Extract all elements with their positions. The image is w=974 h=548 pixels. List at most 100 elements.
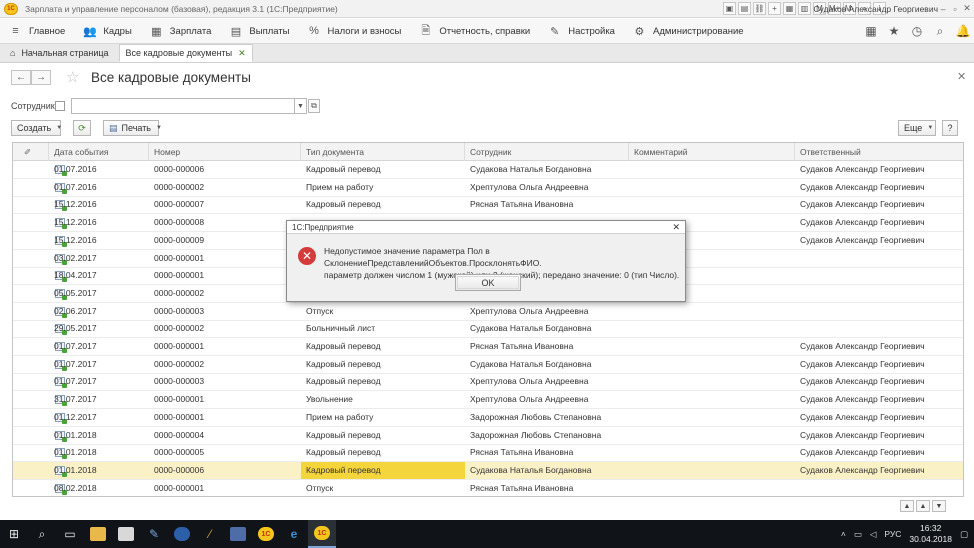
cell-number[interactable]: 0000-000006 — [149, 462, 301, 479]
calendar-icon[interactable]: ▦ — [783, 2, 796, 15]
menu-item-payments[interactable]: ▤ Выплаты — [220, 19, 298, 44]
cell-number[interactable]: 0000-000007 — [149, 196, 301, 213]
employee-dropdown-button[interactable]: ▼ — [295, 98, 307, 114]
save-icon[interactable]: ▣ — [723, 2, 736, 15]
close-form-icon[interactable]: ✕ — [957, 70, 966, 83]
cell-responsible[interactable]: Судаков Александр Георгиевич — [795, 179, 963, 196]
cell-number[interactable]: 0000-000006 — [149, 161, 301, 178]
network-tray-icon[interactable]: ▭ — [854, 529, 862, 540]
cell-date[interactable]: 15.12.2016 — [49, 214, 149, 231]
back-button[interactable]: ← — [11, 70, 31, 85]
cell-type[interactable]: Больничный лист — [301, 320, 465, 337]
close-icon[interactable]: ✕ — [672, 221, 680, 234]
table-row[interactable]: 01.07.2016 0000-000002 Прием на работу Хреп… — [13, 179, 963, 197]
cell-date[interactable]: 29.05.2017 — [49, 320, 149, 337]
cell-date[interactable]: 01.07.2017 — [49, 356, 149, 373]
cell-date[interactable]: 01.12.2017 — [49, 409, 149, 426]
cell-type[interactable]: Кадровый перевод — [301, 461, 465, 479]
cell-employee[interactable]: Рясная Татьяна Ивановна — [465, 196, 629, 213]
cell-employee[interactable]: Хрептулова Ольга Андреевна — [465, 391, 629, 408]
menu-item-admin[interactable]: ⚙ Администрирование — [624, 19, 753, 44]
column-header-employee[interactable]: Сотрудник — [465, 143, 629, 161]
cell-comment[interactable] — [629, 320, 795, 337]
cell-responsible[interactable] — [795, 480, 963, 496]
column-header-number[interactable]: Номер — [149, 143, 301, 161]
taskbar-app-paint[interactable]: ✎ — [140, 520, 168, 548]
cell-employee[interactable]: Судакова Наталья Богдановна — [465, 356, 629, 373]
cell-employee[interactable]: Рясная Татьяна Ивановна — [465, 444, 629, 461]
cell-number[interactable]: 0000-000002 — [149, 179, 301, 196]
cell-number[interactable]: 0000-000002 — [149, 356, 301, 373]
refresh-button[interactable]: ⟳ — [73, 120, 91, 136]
minimize-icon[interactable]: – — [938, 2, 948, 15]
cell-number[interactable]: 0000-000005 — [149, 444, 301, 461]
cell-responsible[interactable]: Судаков Александр Георгиевич — [795, 196, 963, 213]
cell-responsible[interactable]: Судаков Александр Георгиевич — [795, 391, 963, 408]
cell-employee[interactable]: Судакова Наталья Богдановна — [465, 320, 629, 337]
cell-responsible[interactable]: Судаков Александр Георгиевич — [795, 409, 963, 426]
cell-date[interactable]: 02.06.2017 — [49, 303, 149, 320]
cell-type[interactable]: Прием на работу — [301, 179, 465, 196]
table-row[interactable]: 08.02.2018 0000-000001 Отпуск Рясная Татьян… — [13, 480, 963, 496]
attachment-column-header[interactable]: ✐ — [13, 143, 49, 161]
cell-comment[interactable] — [629, 462, 795, 479]
notifications-icon[interactable]: 🔔 — [956, 22, 971, 40]
cell-number[interactable]: 0000-000003 — [149, 373, 301, 390]
cell-comment[interactable] — [629, 338, 795, 355]
favorite-star-icon[interactable]: ☆ — [66, 68, 79, 86]
cell-employee[interactable]: Рясная Татьяна Ивановна — [465, 338, 629, 355]
column-header-date[interactable]: Дата события — [49, 143, 149, 161]
employee-filter-input[interactable] — [71, 98, 295, 114]
table-row[interactable]: 01.01.2018 0000-000004 Кадровый перевод Зад… — [13, 427, 963, 445]
table-row[interactable]: 31.07.2017 0000-000001 Увольнение Хрептулов… — [13, 391, 963, 410]
cell-responsible[interactable]: Судаков Александр Георгиевич — [795, 427, 963, 444]
table-row[interactable]: 01.12.2017 0000-000001 Прием на работу Задо… — [13, 409, 963, 427]
table-row[interactable]: 01.07.2016 0000-000006 Кадровый перевод Суд… — [13, 161, 963, 179]
ok-button[interactable]: OK — [455, 274, 521, 291]
cell-comment[interactable] — [629, 196, 795, 213]
cell-type[interactable]: Кадровый перевод — [301, 338, 465, 355]
task-view-icon[interactable]: ▭ — [56, 520, 84, 548]
cell-type[interactable]: Отпуск — [301, 303, 465, 320]
calculator-icon[interactable]: ▥ — [798, 2, 811, 15]
column-header-comment[interactable]: Комментарий — [629, 143, 795, 161]
cell-employee[interactable]: Задорожная Любовь Степановна — [465, 427, 629, 444]
cell-number[interactable]: 0000-000002 — [149, 320, 301, 337]
cell-date[interactable]: 01.07.2016 — [49, 179, 149, 196]
taskbar-app-1c-config[interactable]: 1С — [252, 520, 280, 548]
cell-type[interactable]: Кадровый перевод — [301, 373, 465, 390]
cell-date[interactable]: 01.07.2017 — [49, 338, 149, 355]
cell-responsible[interactable] — [795, 320, 963, 337]
cell-responsible[interactable]: Судаков Александр Георгиевич — [795, 232, 963, 249]
cell-employee[interactable]: Хрептулова Ольга Андреевна — [465, 303, 629, 320]
cell-responsible[interactable]: Судаков Александр Георгиевич — [795, 338, 963, 355]
windows-start-icon[interactable]: ⊞ — [0, 520, 28, 548]
cell-responsible[interactable]: Судаков Александр Георгиевич — [795, 373, 963, 390]
taskbar-app-edge[interactable]: e — [280, 520, 308, 548]
cell-date[interactable]: 15.12.2016 — [49, 232, 149, 249]
cell-date[interactable]: 01.01.2018 — [49, 462, 149, 479]
cell-comment[interactable] — [629, 444, 795, 461]
cell-type[interactable]: Кадровый перевод — [301, 196, 465, 213]
table-row[interactable]: 01.07.2017 0000-000003 Кадровый перевод Хре… — [13, 373, 963, 392]
cell-date[interactable]: 01.07.2017 — [49, 373, 149, 390]
cell-date[interactable]: 01.01.2018 — [49, 427, 149, 444]
taskbar-app-1c-enterprise[interactable]: 1С — [308, 520, 336, 548]
create-button[interactable]: Создать ▼ — [11, 120, 62, 136]
cell-responsible[interactable] — [795, 285, 963, 302]
cell-date[interactable]: 05.05.2017 — [49, 285, 149, 302]
cell-comment[interactable] — [629, 391, 795, 408]
cell-number[interactable]: 0000-000001 — [149, 250, 301, 267]
scroll-down-icon[interactable]: ▼ — [932, 500, 946, 512]
cell-date[interactable]: 08.02.2018 — [49, 480, 149, 496]
cell-responsible[interactable]: Судаков Александр Георгиевич — [795, 161, 963, 178]
cell-responsible[interactable] — [795, 303, 963, 320]
cell-comment[interactable] — [629, 303, 795, 320]
taskbar-app-save[interactable] — [224, 520, 252, 548]
tab-home[interactable]: ⌂ Начальная страница — [4, 44, 115, 62]
link-icon[interactable]: ⛓ — [753, 2, 766, 15]
menu-item-reports[interactable]: 🗎 Отчетность, справки — [410, 19, 539, 44]
cell-type[interactable]: Кадровый перевод — [301, 161, 465, 178]
cell-responsible[interactable]: Судаков Александр Георгиевич — [795, 356, 963, 373]
menu-item-main[interactable]: ≡ Главное — [0, 19, 74, 44]
